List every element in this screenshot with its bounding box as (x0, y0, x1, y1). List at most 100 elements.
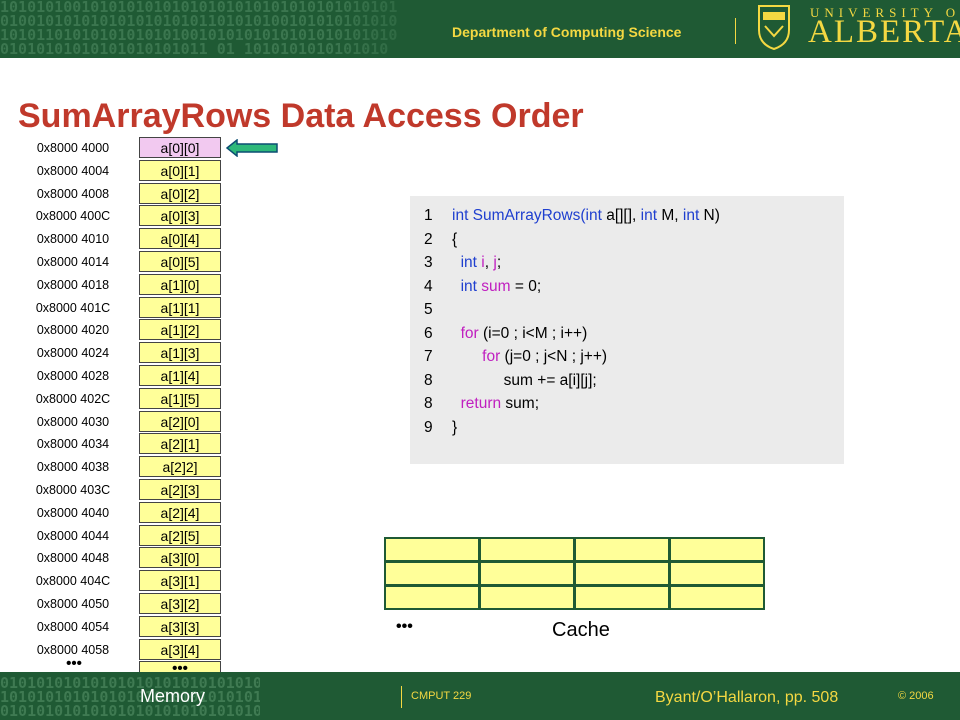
line-number: 8 (424, 371, 433, 389)
footer-divider (401, 686, 402, 708)
code-line: 9} (424, 419, 457, 437)
memory-cell: a[1][0] (139, 273, 221, 295)
memory-address: 0x8000 401C (35, 300, 111, 315)
slide-title: SumArrayRows Data Access Order (18, 97, 584, 135)
memory-address: 0x8000 4020 (36, 323, 110, 338)
line-number: 6 (424, 324, 433, 342)
memory-address: 0x8000 4014 (36, 255, 110, 269)
line-number: 8 (424, 395, 433, 412)
memory-address: 0x8000 4004 (36, 163, 110, 178)
left-arrow-icon (226, 139, 278, 157)
code-token: M, (657, 207, 683, 224)
code-token: for (452, 324, 479, 342)
memory-cell: a[1][3] (139, 342, 221, 364)
footer-binary-pattern: 01010101010101010101010101010 10101010101… (0, 676, 260, 720)
course-code: CMPUT 229 (411, 690, 472, 702)
header-banner: 1010101001010101010101010101010101010101… (0, 0, 960, 58)
cache-cell (671, 563, 763, 584)
code-token: (j=0 ; j<N ; j++) (500, 348, 608, 365)
cache-cell (671, 587, 763, 608)
memory-cell: a[0][5] (139, 251, 221, 272)
memory-address: 0x8000 4018 (36, 277, 110, 292)
cache-cell (481, 539, 573, 560)
memory-cell: a[3][4] (139, 638, 221, 660)
memory-cell: a[0][4] (139, 228, 221, 250)
cache-cell (576, 587, 668, 608)
code-token: { (452, 230, 458, 248)
memory-cell: a[1][2] (139, 319, 221, 341)
memory-cell: a[0][3] (139, 205, 221, 227)
cache-cell (481, 587, 573, 608)
code-token: sum; (501, 395, 540, 412)
cache-label: Cache (552, 619, 610, 641)
line-number: 7 (424, 348, 433, 365)
code-token: N) (699, 207, 720, 224)
code-line: 4 int sum = 0; (424, 278, 541, 296)
code-token: int (682, 207, 700, 224)
memory-address: 0x8000 402C (35, 391, 111, 406)
cache-cell (386, 539, 478, 560)
memory-label: Memory (140, 686, 206, 706)
code-token: i (476, 254, 485, 271)
memory-cell: a[3][0] (139, 547, 221, 569)
cache-cell (386, 563, 478, 584)
memory-cell: a[3][1] (139, 570, 221, 592)
code-token: sum += a[i][j]; (452, 371, 597, 389)
code-token: a[][], (601, 207, 641, 224)
code-token: (i=0 ; i<M ; i++) (478, 324, 588, 342)
code-line: 7 for (j=0 ; j<N ; j++) (424, 348, 607, 366)
code-token: = 0; (510, 277, 542, 295)
code-line: 8 return sum; (424, 395, 539, 413)
memory-cell: a[3][2] (139, 593, 221, 614)
copyright: © 2006 (898, 690, 934, 702)
memory-cell: a[2][3] (139, 479, 221, 500)
cache-ellipsis: ••• (396, 618, 413, 635)
code-token: int (585, 207, 602, 224)
code-line: 8 sum += a[i][j]; (424, 372, 597, 390)
memory-cell: a[0][1] (139, 159, 221, 181)
memory-cell: a[2]2] (139, 456, 221, 478)
code-token: for (452, 348, 501, 365)
code-line: 5 (424, 301, 452, 319)
line-number: 3 (424, 254, 433, 271)
code-token: return (452, 395, 502, 412)
university-name: ALBERTA (808, 14, 960, 50)
code-token: ; (496, 254, 502, 271)
memory-cell: a[2][1] (139, 433, 221, 455)
cache-cell (576, 563, 668, 584)
line-number: 4 (424, 277, 433, 295)
cache-cell (576, 539, 668, 560)
line-number: 1 (424, 207, 433, 224)
memory-address: 0x8000 4044 (36, 528, 110, 543)
code-token: SumArrayRows( (468, 207, 586, 224)
memory-cell: a[2][4] (139, 501, 221, 523)
memory-address: 0x8000 4034 (36, 437, 110, 452)
line-number: 9 (424, 418, 433, 436)
memory-address: 0x8000 4054 (36, 619, 110, 634)
memory-address: 0x8000 4030 (36, 414, 110, 429)
memory-address: 0x8000 4040 (36, 505, 110, 520)
memory-address: 0x8000 403C (35, 483, 111, 497)
memory-address: 0x8000 4024 (36, 346, 110, 361)
memory-address: 0x8000 4010 (36, 232, 110, 247)
line-number: 5 (424, 301, 433, 318)
code-token: int (452, 207, 469, 224)
code-token: int (640, 207, 658, 224)
memory-cell: a[1][5] (139, 387, 221, 409)
cache-cell (481, 563, 573, 584)
cache-cell (671, 539, 763, 560)
reference-text: Byant/O’Hallaron, pp. 508 (655, 689, 839, 706)
code-token: int (452, 254, 477, 271)
code-line: 3 int i, j; (424, 254, 501, 272)
header-divider (735, 18, 736, 44)
line-number: 2 (424, 230, 433, 248)
code-box: 1 int SumArrayRows(int a[][], int M, int … (410, 196, 844, 464)
cache-cell (386, 587, 478, 608)
memory-cell: a[2][0] (139, 410, 221, 432)
code-token: sum (476, 277, 511, 295)
memory-cell: a[0][2] (139, 182, 221, 204)
memory-address: 0x8000 4028 (36, 369, 110, 383)
memory-address: 0x8000 4038 (36, 460, 110, 475)
memory-address: 0x8000 400C (35, 209, 111, 224)
code-line: 6 for (i=0 ; i<M ; i++) (424, 325, 587, 343)
